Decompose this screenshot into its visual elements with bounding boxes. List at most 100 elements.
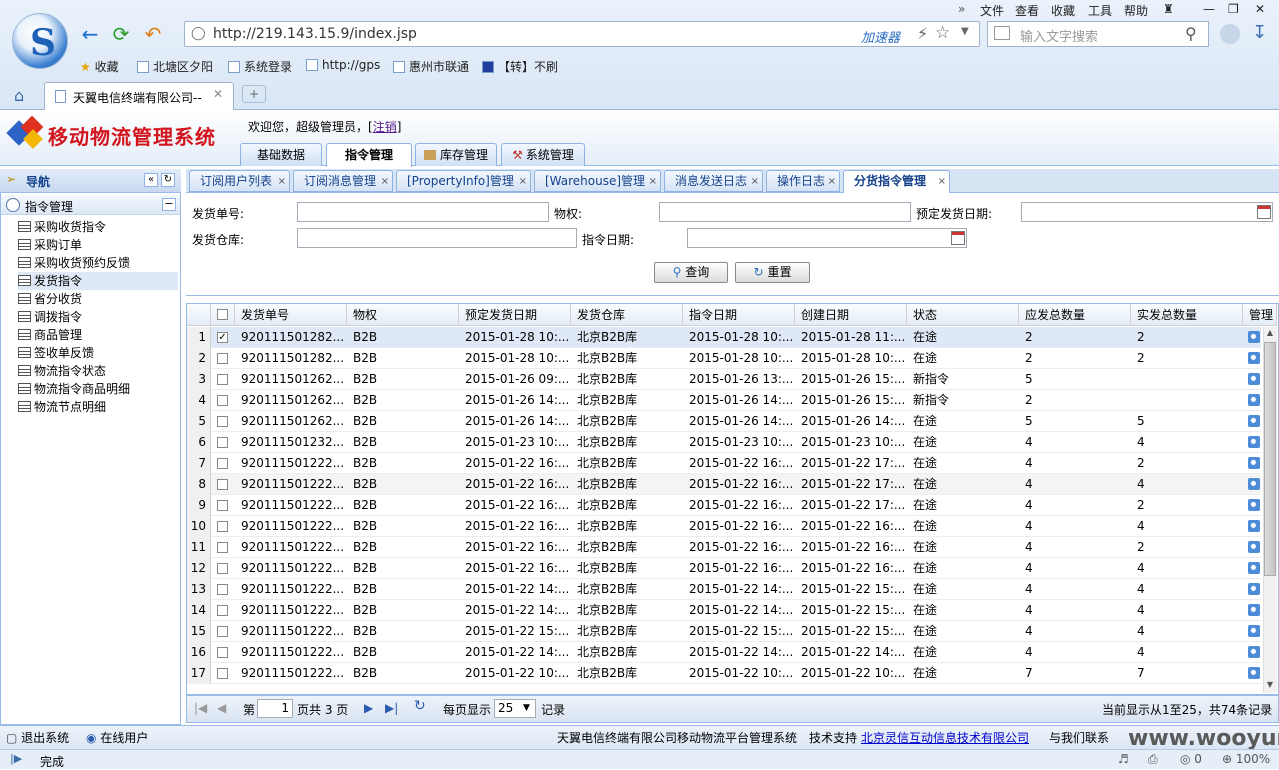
cmd-date-input[interactable]	[687, 228, 967, 248]
search-box[interactable]: 输入文字搜索 ⚲	[987, 21, 1209, 47]
sidebar-item[interactable]: 物流指令商品明细	[18, 380, 130, 398]
close-tab-icon[interactable]: ×	[938, 172, 946, 192]
sidebar-toggle-icon[interactable]: |▶	[10, 752, 22, 765]
table-row[interactable]: 7 920111501222... B2B 2015-01-22 16:... 北京B2…	[187, 453, 1261, 474]
menu-help[interactable]: 帮助	[1124, 2, 1148, 19]
bookmark-item[interactable]: 惠州市联通	[393, 58, 469, 75]
search-engine-icon[interactable]	[994, 26, 1010, 40]
view-detail-icon[interactable]	[1248, 478, 1260, 490]
column-header[interactable]: 发货仓库	[571, 304, 683, 326]
column-header[interactable]: 物权	[347, 304, 459, 326]
warehouse-input[interactable]	[297, 228, 577, 248]
minimize-icon[interactable]: —	[1203, 2, 1215, 16]
view-detail-icon[interactable]	[1248, 436, 1260, 448]
row-checkbox[interactable]	[217, 647, 228, 658]
row-checkbox[interactable]	[217, 437, 228, 448]
url-text[interactable]: http://219.143.15.9/index.jsp	[213, 26, 417, 42]
bookmark-item[interactable]: http://gps	[306, 58, 380, 72]
menu-view[interactable]: 查看	[1015, 2, 1039, 19]
menu-favorites[interactable]: 收藏	[1051, 2, 1075, 19]
view-detail-icon[interactable]	[1248, 604, 1260, 616]
close-tab-icon[interactable]: ×	[649, 172, 657, 192]
close-tab-icon[interactable]: ×	[381, 172, 389, 192]
menu-tools[interactable]: 工具	[1088, 2, 1112, 19]
close-window-icon[interactable]: ✕	[1255, 2, 1265, 16]
table-row[interactable]: 5 920111501262... B2B 2015-01-26 14:... 北京B2…	[187, 411, 1261, 432]
table-row[interactable]: 16 920111501222... B2B 2015-01-22 14:... 北京B…	[187, 642, 1261, 663]
view-detail-icon[interactable]	[1248, 667, 1260, 679]
search-input[interactable]: 输入文字搜索	[1020, 26, 1098, 45]
table-row[interactable]: 11 920111501222... B2B 2015-01-22 16:... 北京B…	[187, 537, 1261, 558]
sidebar-item[interactable]: 物流指令状态	[18, 362, 106, 380]
restore-icon[interactable]: ❐	[1228, 2, 1239, 16]
address-bar[interactable]: ◯ http://219.143.15.9/index.jsp 加速器 ⚡ ☆ …	[184, 21, 980, 47]
tab-system[interactable]: ⚒ 系统管理	[501, 143, 585, 166]
row-checkbox[interactable]	[217, 395, 228, 406]
back-icon[interactable]: ←	[77, 22, 103, 46]
sidebar-item[interactable]: 采购订单	[18, 236, 82, 254]
refresh-icon[interactable]: ↻	[161, 173, 175, 187]
column-header[interactable]: 创建日期	[795, 304, 907, 326]
home-icon[interactable]: ⌂	[14, 86, 24, 105]
table-row[interactable]: 6 920111501232... B2B 2015-01-23 10:... 北京B2…	[187, 432, 1261, 453]
row-checkbox[interactable]	[217, 374, 228, 385]
bookmark-favorites[interactable]: ★ 收藏	[80, 58, 119, 75]
view-detail-icon[interactable]	[1248, 583, 1260, 595]
property-input[interactable]	[659, 202, 911, 222]
row-checkbox[interactable]	[217, 563, 228, 574]
close-tab-icon[interactable]: ✕	[213, 87, 223, 101]
table-row[interactable]: 17 920111501222... B2B 2015-01-22 10:... 北京B…	[187, 663, 1261, 684]
close-tab-icon[interactable]: ×	[751, 172, 759, 192]
query-button[interactable]: ⚲ 查询	[654, 262, 728, 283]
sidebar-item[interactable]: 签收单反馈	[18, 344, 94, 362]
view-detail-icon[interactable]	[1248, 562, 1260, 574]
row-checkbox[interactable]	[217, 500, 228, 511]
download-icon[interactable]: ↧	[1252, 22, 1267, 43]
order-no-input[interactable]	[297, 202, 549, 222]
new-tab-button[interactable]: +	[242, 85, 266, 103]
table-row[interactable]: 15 920111501222... B2B 2015-01-22 15:... 北京B…	[187, 621, 1261, 642]
lightning-icon[interactable]: ⚡	[917, 24, 928, 43]
row-checkbox[interactable]	[217, 584, 228, 595]
calendar-icon[interactable]	[951, 231, 965, 245]
sidebar-item[interactable]: 商品管理	[18, 326, 82, 344]
view-detail-icon[interactable]	[1248, 499, 1260, 511]
collapse-group-icon[interactable]: −	[162, 198, 176, 211]
table-row[interactable]: 13 920111501222... B2B 2015-01-22 14:... 北京B…	[187, 579, 1261, 600]
first-page-icon[interactable]: |◀	[194, 701, 207, 715]
table-row[interactable]: 10 920111501222... B2B 2015-01-22 16:... 北京B…	[187, 516, 1261, 537]
plan-date-input[interactable]	[1021, 202, 1273, 222]
row-checkbox[interactable]	[217, 521, 228, 532]
scrollbar-thumb[interactable]	[1264, 342, 1276, 576]
refresh-icon[interactable]: ↻	[414, 698, 426, 714]
next-page-icon[interactable]: ▶	[364, 701, 373, 715]
column-header[interactable]: 管理	[1243, 304, 1277, 326]
row-checkbox[interactable]	[217, 542, 228, 553]
content-tab[interactable]: 操作日志 ×	[766, 170, 840, 192]
close-tab-icon[interactable]: ×	[519, 172, 527, 192]
view-detail-icon[interactable]	[1248, 331, 1260, 343]
row-checkbox[interactable]	[217, 605, 228, 616]
view-detail-icon[interactable]	[1248, 646, 1260, 658]
column-header[interactable]: 实发总数量	[1131, 304, 1243, 326]
bookmark-item[interactable]: 【转】不刷	[482, 58, 558, 75]
accelerator-label[interactable]: 加速器	[861, 27, 900, 46]
zoom-control[interactable]: ⊕ 100%	[1222, 752, 1270, 766]
content-tab[interactable]: 订阅用户列表 ×	[189, 170, 290, 192]
view-detail-icon[interactable]	[1248, 394, 1260, 406]
user-icon[interactable]	[1220, 24, 1240, 44]
table-row[interactable]: 4 920111501262... B2B 2015-01-26 14:... 北京B2…	[187, 390, 1261, 411]
column-header[interactable]: 发货单号	[235, 304, 347, 326]
table-row[interactable]: 14 920111501222... B2B 2015-01-22 14:... 北京B…	[187, 600, 1261, 621]
logout-button[interactable]: ▢ 退出系统	[6, 729, 69, 746]
sidebar-item[interactable]: 调拨指令	[18, 308, 82, 326]
column-header[interactable]: 应发总数量	[1019, 304, 1131, 326]
content-tab[interactable]: 订阅消息管理 ×	[293, 170, 393, 192]
sidebar-item[interactable]: 省分收货	[18, 290, 82, 308]
chevron-down-icon[interactable]: ▼	[523, 700, 530, 717]
last-page-icon[interactable]: ▶|	[385, 701, 398, 715]
column-header[interactable]: 状态	[907, 304, 1019, 326]
view-detail-icon[interactable]	[1248, 373, 1260, 385]
per-page-select[interactable]: 25 ▼	[494, 699, 536, 718]
volume-icon[interactable]: ♬	[1118, 752, 1129, 766]
